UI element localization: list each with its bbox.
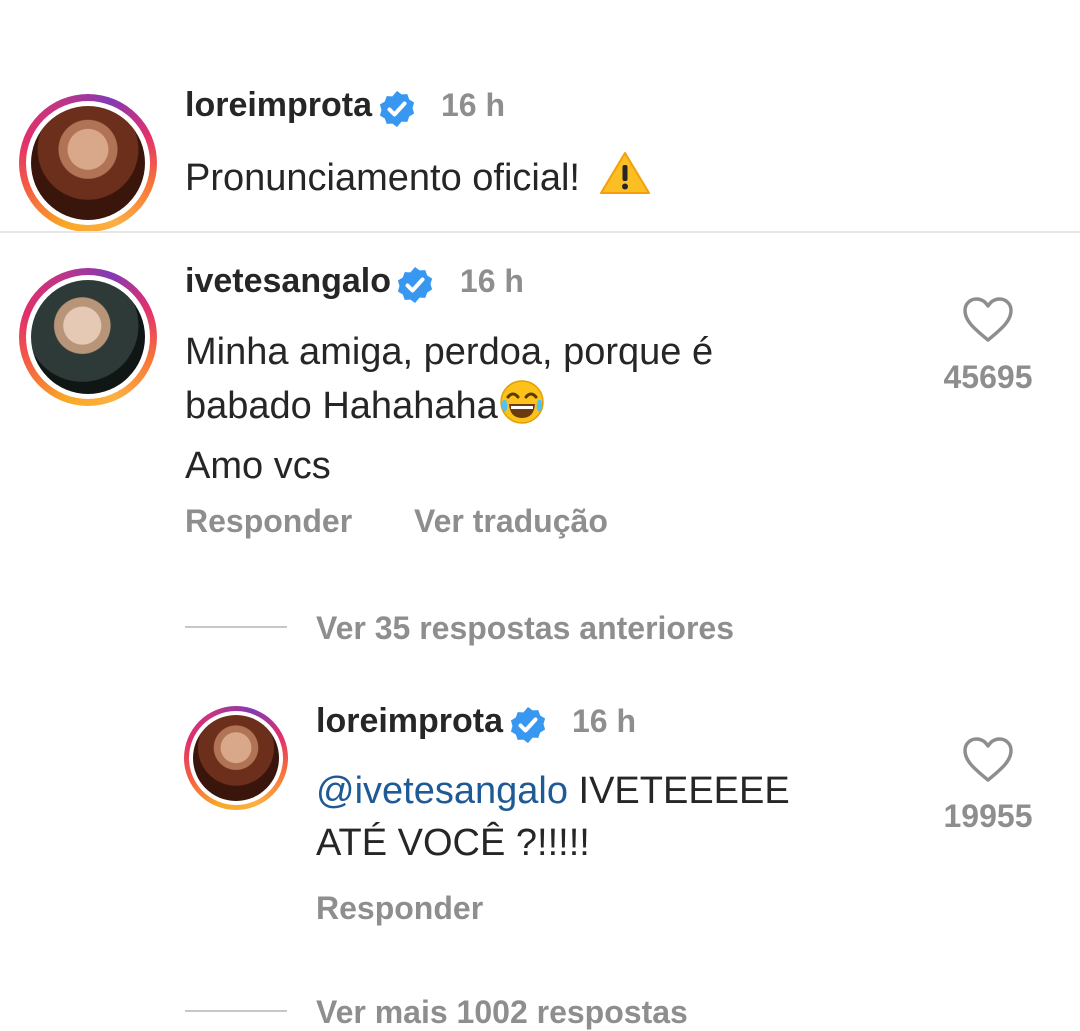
comment-line: Minha amiga, perdoa, porque é [185,331,714,373]
like-heart-icon[interactable] [962,296,1014,349]
avatar-image [193,715,279,801]
comment-text: Minha amiga, perdoa, porque é babado Hah… [185,326,885,492]
comment-line: babado Hahahaha [185,385,498,427]
reply-button[interactable]: Responder [316,890,483,927]
username[interactable]: loreimprota [185,86,372,124]
like-count: 45695 [943,359,1033,395]
verified-badge-icon [395,265,435,310]
reply-button[interactable]: Responder [185,503,352,540]
mention-link[interactable]: @ivetesangalo [316,770,568,812]
translate-button[interactable]: Ver tradução [414,503,608,540]
avatar-image [31,106,145,220]
comment-line: Amo vcs [185,445,331,487]
thread-line [185,626,287,628]
reply-line: ATÉ VOCÊ ?!!!!! [316,822,590,864]
like-count: 19955 [943,798,1033,834]
warning-icon [599,150,651,210]
divider [0,231,1080,233]
timestamp: 16 h [459,263,524,299]
caption-text: Pronunciamento oficial! [185,157,580,199]
timestamp: 16 h [571,703,636,739]
like-heart-icon[interactable] [962,736,1014,789]
reply-line: IVETEEEEE [578,770,790,812]
username[interactable]: ivetesangalo [185,262,391,300]
joy-emoji-icon [498,378,546,440]
thread-line [185,1010,287,1012]
reply-text: @ivetesangalo IVETEEEEE ATÉ VOCÊ ?!!!!! [316,765,916,869]
verified-badge-icon [377,89,417,134]
verified-badge-icon [508,705,548,750]
timestamp: 16 h [440,87,505,123]
avatar-image [31,280,145,394]
view-previous-replies-button[interactable]: Ver 35 respostas anteriores [316,610,734,647]
username[interactable]: loreimprota [316,702,503,740]
